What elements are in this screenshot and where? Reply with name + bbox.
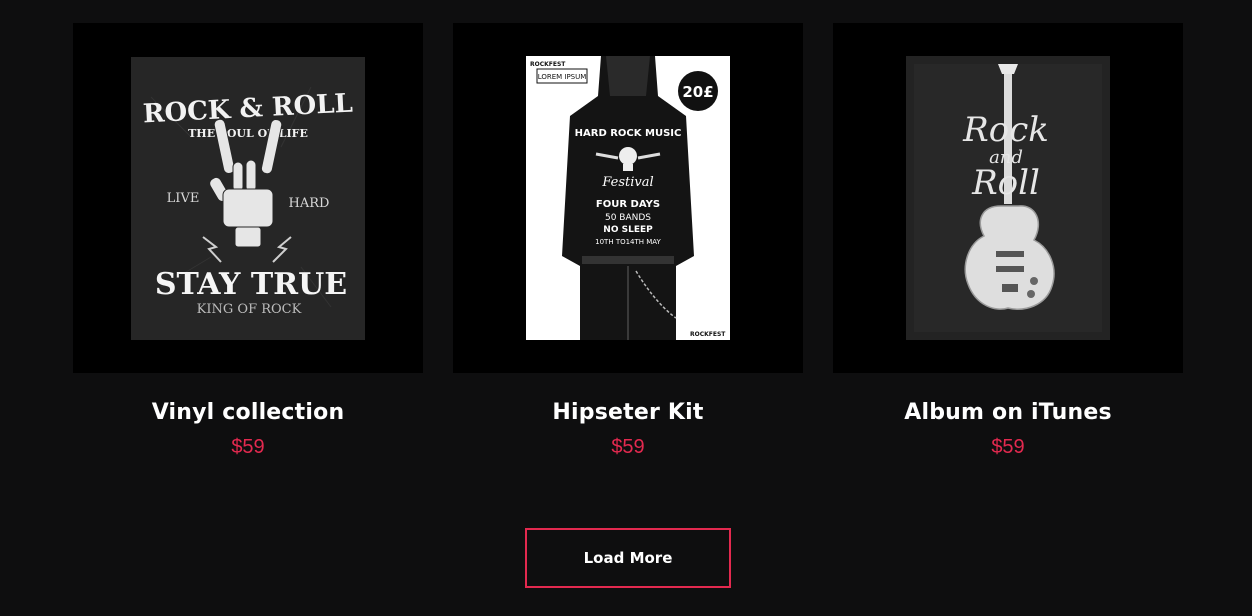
- product-thumbnail[interactable]: ROCKFEST ROCKFEST LOREM IPSUM 20£ HARD R…: [453, 23, 803, 373]
- poster-bands: 50 BANDS: [605, 213, 651, 223]
- poster-headline: HARD ROCK MUSIC: [575, 128, 682, 139]
- poster-sleep: NO SLEEP: [603, 225, 653, 235]
- load-more-button[interactable]: Load More: [525, 528, 731, 588]
- product-thumbnail[interactable]: Rock and Roll: [833, 23, 1183, 373]
- electric-guitar-icon: Rock and Roll: [906, 56, 1110, 340]
- product-card[interactable]: ROCKFEST ROCKFEST LOREM IPSUM 20£ HARD R…: [453, 23, 803, 458]
- poster-side-text: ROCKFEST: [690, 331, 726, 338]
- poster-line-1: Rock: [962, 110, 1049, 150]
- product-grid: ROCK & ROLL THE SOUL OF LIFE LIVE HARD S…: [73, 23, 1183, 458]
- poster-tag: LOREM IPSUM: [538, 73, 587, 81]
- product-title[interactable]: Vinyl collection: [152, 398, 345, 428]
- poster-script: Festival: [601, 175, 653, 190]
- poster-price-badge: 20£: [682, 83, 713, 101]
- poster-line-4: KING OF ROCK: [197, 302, 302, 317]
- poster-right: HARD: [289, 196, 330, 211]
- poster-left: LIVE: [167, 191, 200, 206]
- poster-line-2: THE SOUL OF LIFE: [188, 127, 308, 140]
- poster-dates: 10TH TO14TH MAY: [595, 238, 661, 246]
- poster-line-3: STAY TRUE: [155, 267, 347, 302]
- poster-side-text: ROCKFEST: [530, 61, 566, 68]
- skeleton-rock-hand-icon: ROCK & ROLL THE SOUL OF LIFE LIVE HARD S…: [131, 56, 365, 340]
- product-title[interactable]: Hipseter Kit: [552, 398, 703, 428]
- product-title[interactable]: Album on iTunes: [904, 398, 1111, 428]
- leather-jacket-poster-icon: ROCKFEST ROCKFEST LOREM IPSUM 20£ HARD R…: [526, 56, 730, 340]
- product-price: $59: [991, 436, 1025, 458]
- product-price: $59: [231, 436, 265, 458]
- poster-days: FOUR DAYS: [596, 199, 660, 210]
- product-card[interactable]: Rock and Roll Album on iTunes $59: [833, 23, 1183, 458]
- product-section: ROCK & ROLL THE SOUL OF LIFE LIVE HARD S…: [0, 0, 1252, 616]
- product-thumbnail[interactable]: ROCK & ROLL THE SOUL OF LIFE LIVE HARD S…: [73, 23, 423, 373]
- product-card[interactable]: ROCK & ROLL THE SOUL OF LIFE LIVE HARD S…: [73, 23, 423, 458]
- poster-line-3: Roll: [971, 163, 1040, 203]
- product-price: $59: [611, 436, 645, 458]
